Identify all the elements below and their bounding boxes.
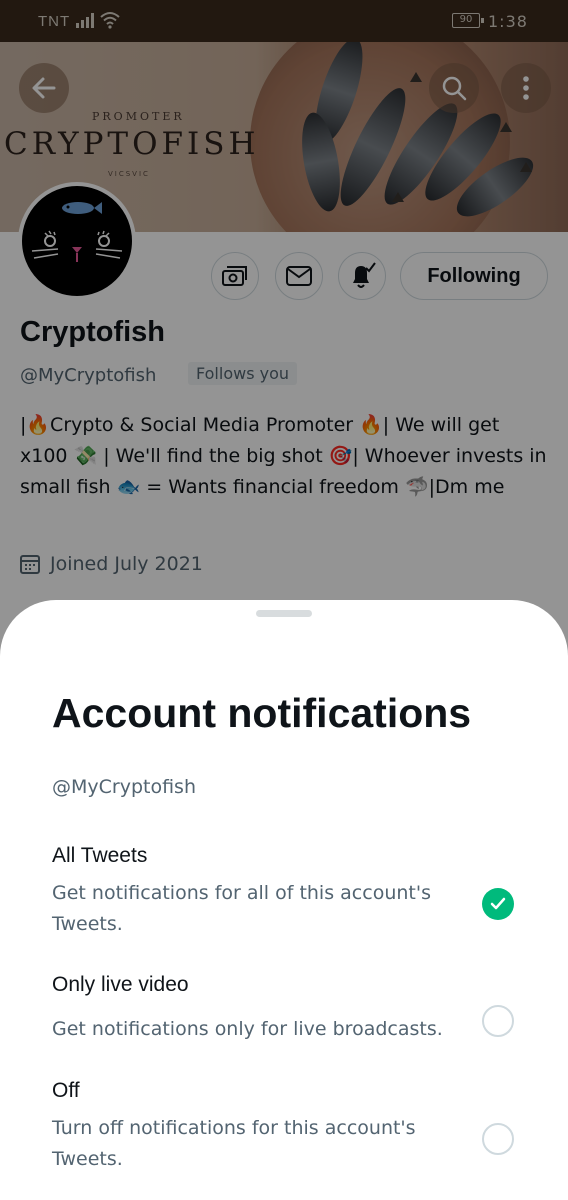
option-all-tweets-title[interactable]: All Tweets bbox=[52, 844, 147, 868]
option-live-video-description[interactable]: Get notifications only for live broadcas… bbox=[52, 1014, 492, 1045]
account-notifications-sheet: Account notifications @MyCryptofish All … bbox=[0, 600, 568, 1200]
sheet-drag-handle[interactable] bbox=[256, 610, 312, 617]
sheet-title: Account notifications bbox=[52, 690, 472, 736]
option-off-description[interactable]: Turn off notifications for this account'… bbox=[52, 1113, 482, 1175]
option-off-radio[interactable] bbox=[482, 1123, 514, 1155]
option-live-video-title[interactable]: Only live video bbox=[52, 973, 189, 997]
option-live-video-radio[interactable] bbox=[482, 1005, 514, 1037]
option-off-title[interactable]: Off bbox=[52, 1079, 80, 1103]
option-all-tweets-radio[interactable] bbox=[482, 888, 514, 920]
check-icon bbox=[490, 897, 506, 910]
sheet-username: @MyCryptofish bbox=[52, 776, 197, 798]
option-all-tweets-description[interactable]: Get notifications for all of this accoun… bbox=[52, 878, 482, 940]
